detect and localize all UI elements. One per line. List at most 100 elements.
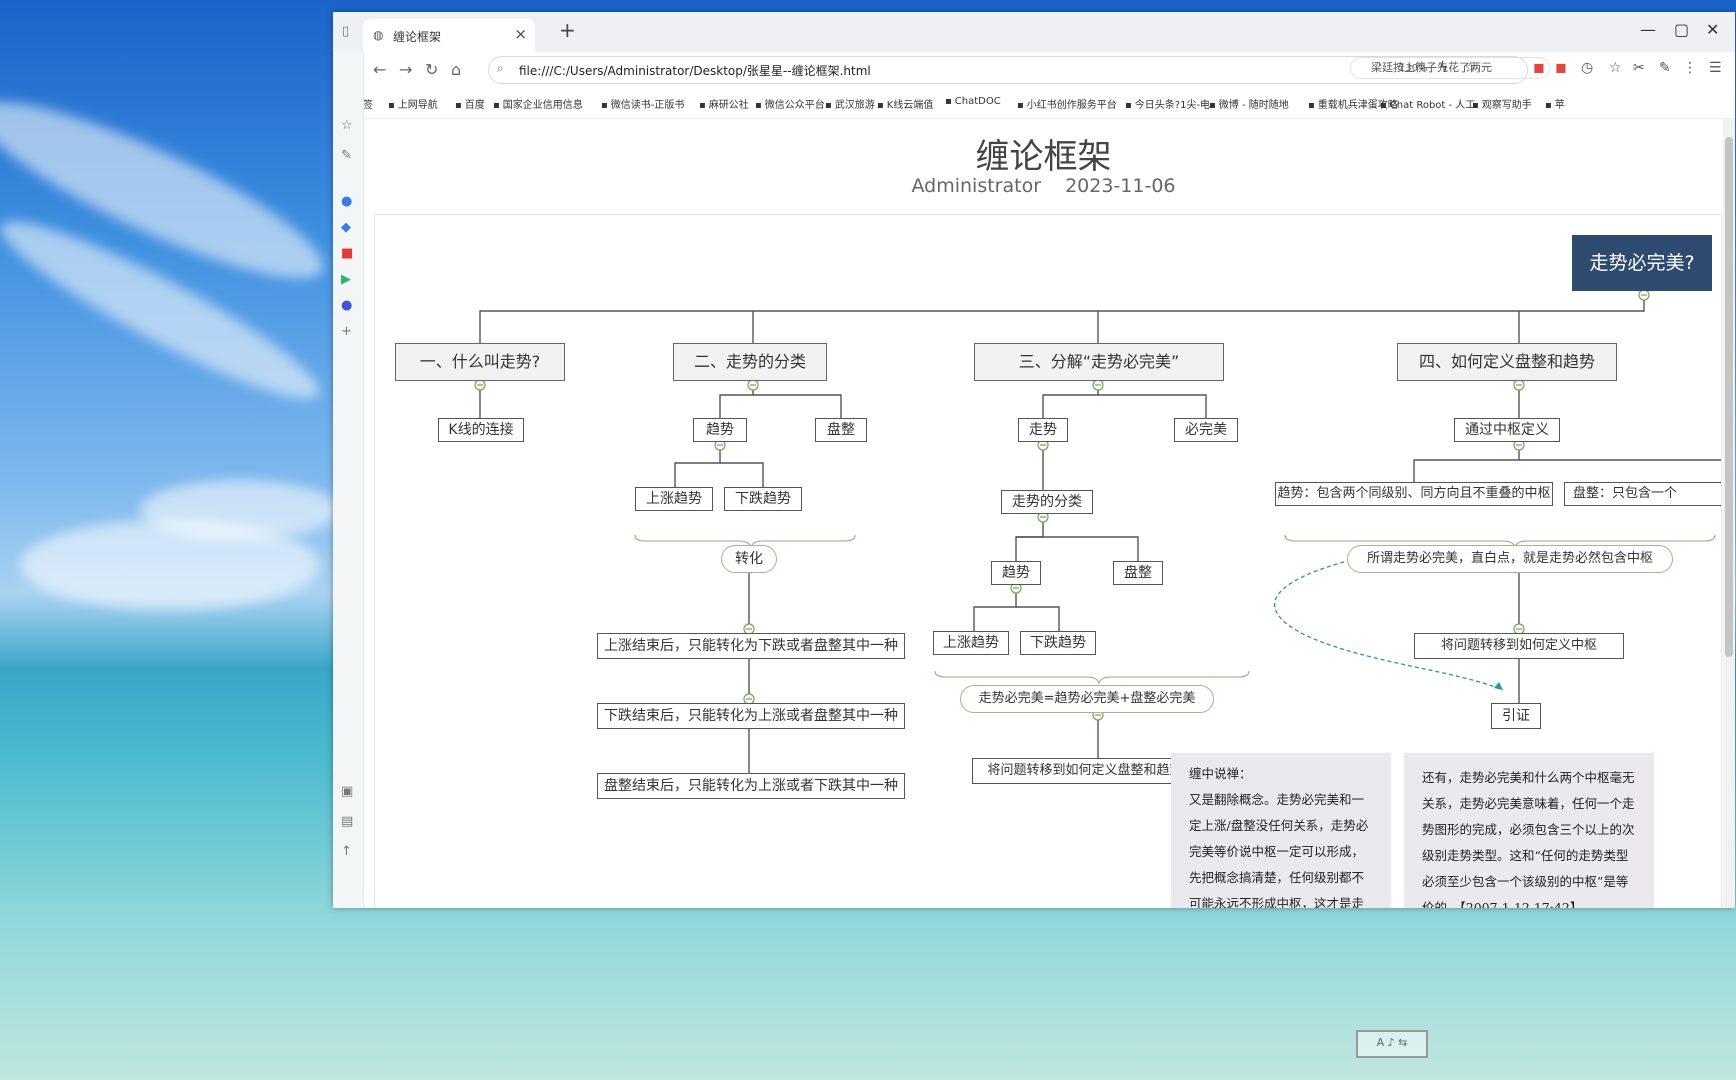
scrollbar-thumb[interactable] xyxy=(1725,137,1733,657)
scissors-icon[interactable]: ✂ xyxy=(1633,60,1645,76)
ai-suggestion-pill[interactable]: 梁廷按上筷子先花了两元 xyxy=(1350,57,1550,79)
panel-icon[interactable]: ▤ xyxy=(341,814,353,829)
bookmark-label: 国家企业信用信息 xyxy=(502,100,583,111)
bookmark-label: ChatDOC xyxy=(954,96,1001,107)
search-icon: ⌕ xyxy=(497,61,504,75)
branch-2-node[interactable]: 二、走势的分类 xyxy=(673,343,827,381)
extension-icon[interactable]: ◼ xyxy=(1533,60,1545,76)
bookmark-label: 微博 - 随时随地 xyxy=(1218,100,1289,111)
bookmark-icon: ▪ xyxy=(699,100,706,111)
bookmark-item[interactable]: ▪ 微信读书-正版书 xyxy=(601,96,684,111)
minimize-button[interactable]: — xyxy=(1640,20,1656,39)
extension-icon[interactable]: ◼ xyxy=(1555,60,1567,76)
home-button[interactable]: ⌂ xyxy=(451,60,461,79)
bookmark-label: 观察写助手 xyxy=(1481,100,1532,111)
trend-definition-node[interactable]: 趋势：包含两个同级别、同方向且不重叠的中枢 xyxy=(1275,482,1553,506)
history-icon[interactable]: ◷ xyxy=(1581,60,1593,76)
bookmark-item[interactable]: ▪ 观察写助手 xyxy=(1472,96,1532,111)
top-icon[interactable]: ↑ xyxy=(341,844,352,859)
branch-1-node[interactable]: 一、什么叫走势? xyxy=(395,343,565,381)
bookmark-item[interactable]: ▪ K线云端值 xyxy=(877,96,933,111)
consolidation-node[interactable]: 盘整 xyxy=(1113,561,1163,585)
trend-node[interactable]: 趋势 xyxy=(991,561,1041,585)
bookmark-item[interactable]: ▪ 苹 xyxy=(1545,96,1565,111)
pivot-definition-node[interactable]: 通过中枢定义 xyxy=(1454,418,1560,442)
uptrend-node[interactable]: 上涨趋势 xyxy=(635,487,713,511)
rule-node[interactable]: 下跌结束后，只能转化为上涨或者盘整其中一种 xyxy=(597,703,905,729)
new-tab-button[interactable]: + xyxy=(559,18,576,42)
summary-node[interactable]: 走势必完美=趋势必完美+盘整必完美 xyxy=(960,685,1214,713)
video-icon[interactable]: ■ xyxy=(341,246,353,261)
perfect-node[interactable]: 必完美 xyxy=(1174,418,1238,442)
bookmark-label: 武汉旅游 xyxy=(834,100,875,111)
root-node[interactable]: 走势必完美? xyxy=(1572,235,1712,291)
citation-node[interactable]: 引证 xyxy=(1491,703,1541,729)
rule-node[interactable]: 盘整结束后，只能转化为上涨或者下跌其中一种 xyxy=(597,773,905,799)
window-icon[interactable]: ▣ xyxy=(341,784,353,799)
branch-3-node[interactable]: 三、分解“走势必完美” xyxy=(974,343,1224,381)
bookmark-label: 今日头条?1尖-电 xyxy=(1134,100,1211,111)
bookmark-item[interactable]: ▪ 微博 - 随时随地 xyxy=(1209,96,1289,111)
tab-active[interactable]: ◍ 缠论框架 × xyxy=(363,19,535,52)
bookmark-icon: ▪ xyxy=(1125,100,1132,111)
maximize-button[interactable]: ▢ xyxy=(1674,20,1689,39)
bookmark-label: Chat Robot - 人工 xyxy=(1389,100,1476,111)
app-icon[interactable]: ● xyxy=(341,194,352,209)
browser-window: ▯ ◍ 缠论框架 × + — ▢ ✕ « ← → ↻ ⌂ ⌕ file:///C… xyxy=(333,12,1735,908)
more-icon[interactable]: ⋮ xyxy=(1683,60,1697,76)
summary-node[interactable]: 所谓走势必完美，直白点，就是走势必然包含中枢 xyxy=(1347,545,1673,573)
play-icon[interactable]: ▶ xyxy=(341,272,351,287)
bookmark-item[interactable]: ▪ 今日头条?1尖-电 xyxy=(1125,96,1210,111)
bookmark-icon: ▪ xyxy=(601,100,608,111)
close-window-button[interactable]: ✕ xyxy=(1706,20,1719,39)
bookmark-item[interactable]: ▪ 微信公众平台 xyxy=(755,96,825,111)
bookmark-icon: ▪ xyxy=(1472,100,1479,111)
quote-note: 缠中说禅： 又是翻除概念。走势必完美和一定上涨/盘整没任何关系，走势必完美等价说… xyxy=(1171,753,1391,908)
trend-type-node[interactable]: 走势的分类 xyxy=(1001,490,1093,514)
bookmark-label: 上网导航 xyxy=(397,100,438,111)
bookmark-item[interactable]: ▪ 麻研公社 xyxy=(699,96,749,111)
summary-node[interactable]: 转化 xyxy=(721,545,777,573)
bookmark-item[interactable]: ▪ 百度 xyxy=(455,96,485,111)
trend-node[interactable]: 走势 xyxy=(1018,418,1068,442)
compass-icon[interactable]: ● xyxy=(341,298,352,313)
bookmark-icon: ▪ xyxy=(388,100,395,111)
toolbar: « ← → ↻ ⌂ ⌕ file:///C:/Users/Administrat… xyxy=(333,52,1735,88)
bookmark-item[interactable]: ▪ 国家企业信用信息 xyxy=(493,96,583,111)
consolidation-definition-node[interactable]: 盘整：只包含一个 xyxy=(1564,482,1721,506)
quote-note: 还有，走势必完美和什么两个中枢毫无关系，走势必完美意味着，任何一个走势图形的完成… xyxy=(1404,753,1654,908)
bookmark-item[interactable]: ▪ ChatDOC xyxy=(945,96,1001,107)
input-method-indicator[interactable]: A ♪ ⇆ xyxy=(1356,1030,1428,1058)
forward-button[interactable]: → xyxy=(399,60,412,79)
sidebar-toggle-icon[interactable]: ▯ xyxy=(342,24,349,39)
rule-node[interactable]: 上涨结束后，只能转化为下跌或者盘整其中一种 xyxy=(597,633,905,659)
edit-icon[interactable]: ✎ xyxy=(1659,60,1671,76)
paw-icon[interactable]: ◆ xyxy=(341,220,351,235)
scrollbar[interactable] xyxy=(1723,119,1735,908)
downtrend-node[interactable]: 下跌趋势 xyxy=(724,487,802,511)
add-icon[interactable]: + xyxy=(341,324,352,339)
next-step-node[interactable]: 将问题转移到如何定义中枢 xyxy=(1414,633,1624,659)
pen-icon[interactable]: ✎ xyxy=(341,148,352,163)
bookmark-icon: ▪ xyxy=(493,100,500,111)
bookmark-item[interactable]: ▪ 小红书创作服务平台 xyxy=(1017,96,1117,111)
branch-1-child[interactable]: K线的连接 xyxy=(438,418,524,442)
branch-4-node[interactable]: 四、如何定义盘整和趋势 xyxy=(1397,343,1617,381)
uptrend-node[interactable]: 上涨趋势 xyxy=(933,631,1009,655)
close-tab-icon[interactable]: × xyxy=(514,25,527,43)
back-button[interactable]: ← xyxy=(373,60,386,79)
consolidation-node[interactable]: 盘整 xyxy=(815,418,867,442)
menu-icon[interactable]: ☰ xyxy=(1709,60,1722,76)
downtrend-node[interactable]: 下跌趋势 xyxy=(1020,631,1096,655)
bookmark-label: 苹 xyxy=(1554,100,1565,111)
bookmark-item[interactable]: ▪ 上网导航 xyxy=(388,96,438,111)
bookmark-item[interactable]: ▪ Chat Robot - 人工 xyxy=(1380,96,1475,111)
bookmark-icon: ▪ xyxy=(755,100,762,111)
doc-author: Administrator xyxy=(911,175,1042,197)
favorites-icon[interactable]: ☆ xyxy=(1609,60,1622,76)
reload-button[interactable]: ↻ xyxy=(425,60,438,79)
star-icon[interactable]: ☆ xyxy=(341,118,353,133)
next-step-node[interactable]: 将问题转移到如何定义盘整和趋势 xyxy=(972,758,1198,784)
bookmark-item[interactable]: ▪ 武汉旅游 xyxy=(825,96,875,111)
trend-node[interactable]: 趋势 xyxy=(693,418,747,442)
